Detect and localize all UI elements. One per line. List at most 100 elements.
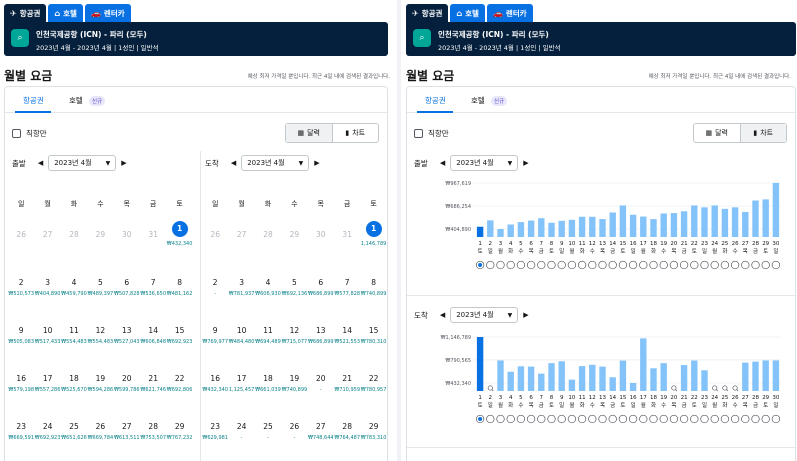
calendar-day[interactable]: 5 ₩489,397 [87, 265, 114, 313]
search-icon[interactable]: ⌕ [11, 29, 29, 47]
prev-month-icon[interactable]: ◀ [440, 159, 445, 167]
calendar-day[interactable]: 4 ₩459,790 [61, 265, 87, 313]
calendar-day[interactable]: 25 ₩651,626 [61, 409, 87, 457]
calendar-day[interactable]: 9 ₩505,083 [8, 313, 34, 361]
card-tab-hotels[interactable]: 호텔 [471, 95, 485, 106]
card-tab-flights[interactable]: 항공권 [23, 95, 44, 106]
search-icon[interactable]: ⌕ [413, 29, 431, 47]
calendar-day[interactable]: 20 - [308, 361, 334, 409]
next-month-icon[interactable]: ▶ [523, 311, 528, 319]
calendar-day[interactable]: 29 ₩783,310 [360, 409, 387, 457]
calendar-day[interactable]: 27 ₩748,644 [308, 409, 334, 457]
calendar-day[interactable]: 23 ₩629,981 [202, 409, 228, 457]
date-radio[interactable] [720, 414, 730, 424]
date-radio[interactable] [547, 260, 556, 270]
calendar-day[interactable]: 21 ₩621,746 [140, 361, 166, 409]
direct-only-toggle[interactable]: 직항만 [12, 128, 47, 139]
tab-car-rental[interactable]: 🚗 렌터카 [84, 4, 131, 22]
date-radio[interactable] [486, 414, 495, 424]
date-radio[interactable] [537, 414, 546, 424]
calendar-day[interactable]: 10 ₩484,480 [228, 313, 255, 361]
chart-view-button[interactable]: ▮ 차트 [739, 124, 786, 142]
calendar-day[interactable]: 23 ₩669,591 [8, 409, 34, 457]
date-radio[interactable] [649, 260, 658, 270]
date-radio[interactable] [751, 414, 760, 424]
date-radio[interactable] [771, 260, 781, 270]
date-radio[interactable] [537, 260, 546, 270]
date-radio[interactable] [486, 260, 495, 270]
tab-hotels[interactable]: ⌂ 호텔 [48, 4, 83, 22]
date-radio[interactable] [588, 414, 597, 424]
date-radio[interactable] [649, 414, 658, 424]
date-radio[interactable] [730, 414, 740, 424]
tab-flights[interactable]: ✈ 항공권 [4, 4, 47, 22]
calendar-day[interactable]: 25 - [255, 409, 281, 457]
date-radio[interactable] [598, 414, 607, 424]
calendar-day[interactable]: 1 1,146,789 [360, 217, 386, 265]
calendar-day[interactable]: 27 ₩613,511 [114, 409, 140, 457]
chart-view-button[interactable]: ▮ 차트 [331, 124, 379, 142]
calendar-day[interactable]: 7 ₩577,828 [334, 265, 360, 313]
calendar-day[interactable]: 2 ₩510,573 [8, 265, 34, 313]
date-radio[interactable] [496, 414, 505, 424]
date-radio[interactable] [741, 260, 750, 270]
return-month-select[interactable]: 2023년 4월 ▼ [241, 155, 310, 171]
calendar-view-button[interactable]: ▦ 달력 [286, 124, 332, 142]
date-radio[interactable] [588, 260, 597, 270]
calendar-day[interactable]: 19 ₩740,899 [281, 361, 308, 409]
return-month-select[interactable]: 2023년 4월 ▼ [450, 307, 519, 323]
calendar-day[interactable]: 15 ₩780,310 [360, 313, 387, 361]
search-summary[interactable]: ⌕ 인천국제공항 (ICN) - 파리 (모두) 2023년 4월 - 2023… [4, 22, 388, 56]
calendar-day[interactable]: 7 ₩536,650 [140, 265, 166, 313]
tab-car-rental[interactable]: 🚗 렌터카 [486, 4, 533, 22]
calendar-day[interactable]: 12 ₩715,077 [281, 313, 308, 361]
calendar-day[interactable]: 12 ₩554,483 [87, 313, 114, 361]
tab-hotels[interactable]: ⌂ 호텔 [450, 4, 485, 22]
calendar-day[interactable]: 14 ₩521,553 [334, 313, 360, 361]
depart-month-select[interactable]: 2023년 4월 ▼ [450, 155, 519, 171]
calendar-day[interactable]: 18 ₩661,039 [255, 361, 281, 409]
next-month-icon[interactable]: ▶ [121, 159, 126, 167]
date-radio[interactable] [679, 414, 689, 424]
depart-month-select[interactable]: 2023년 4월 ▼ [48, 155, 117, 171]
calendar-day[interactable]: 24 - [228, 409, 254, 457]
date-radio[interactable] [700, 414, 709, 424]
card-tab-hotels[interactable]: 호텔 [69, 95, 83, 106]
date-radio[interactable] [639, 414, 648, 424]
date-radio[interactable] [700, 260, 709, 270]
calendar-day[interactable]: 8 ₩481,162 [166, 265, 193, 313]
prev-month-icon[interactable]: ◀ [38, 159, 43, 167]
date-radio[interactable] [577, 260, 587, 270]
date-radio[interactable] [506, 414, 515, 424]
calendar-day[interactable]: 11 ₩694,489 [255, 313, 281, 361]
calendar-day[interactable]: 5 ₩692,136 [281, 265, 308, 313]
calendar-day[interactable]: 16 ₩579,198 [8, 361, 34, 409]
date-radio[interactable] [628, 260, 638, 270]
direct-only-checkbox[interactable] [414, 129, 423, 138]
date-radio[interactable] [526, 414, 536, 424]
calendar-day[interactable]: 29 ₩767,232 [166, 409, 193, 457]
card-tab-flights[interactable]: 항공권 [425, 95, 446, 106]
calendar-day[interactable]: 14 ₩606,848 [140, 313, 166, 361]
date-radio[interactable] [761, 260, 770, 270]
date-radio[interactable] [577, 414, 587, 424]
date-radio[interactable] [690, 260, 699, 270]
calendar-day[interactable]: 15 ₩692,923 [166, 313, 193, 361]
direct-only-checkbox[interactable] [12, 129, 21, 138]
next-month-icon[interactable]: ▶ [314, 159, 319, 167]
calendar-day[interactable]: 18 ₩525,670 [61, 361, 87, 409]
tab-flights[interactable]: ✈ 항공권 [406, 4, 449, 22]
date-radio[interactable] [669, 414, 679, 424]
date-radio[interactable] [557, 260, 566, 270]
calendar-day[interactable]: 24 ₩692,923 [34, 409, 61, 457]
next-month-icon[interactable]: ▶ [523, 159, 528, 167]
calendar-day[interactable]: 10 ₩517,433 [34, 313, 61, 361]
calendar-day[interactable]: 22 ₩692,806 [166, 361, 193, 409]
calendar-day[interactable]: 11 ₩554,483 [61, 313, 87, 361]
date-radio[interactable] [659, 414, 668, 424]
date-radio[interactable] [547, 414, 556, 424]
date-radio[interactable] [496, 260, 505, 270]
calendar-day[interactable]: 4 ₩606,930 [255, 265, 281, 313]
search-summary[interactable]: ⌕ 인천국제공항 (ICN) - 파리 (모두) 2023년 4월 - 2023… [406, 22, 796, 56]
date-radio[interactable] [598, 260, 607, 270]
